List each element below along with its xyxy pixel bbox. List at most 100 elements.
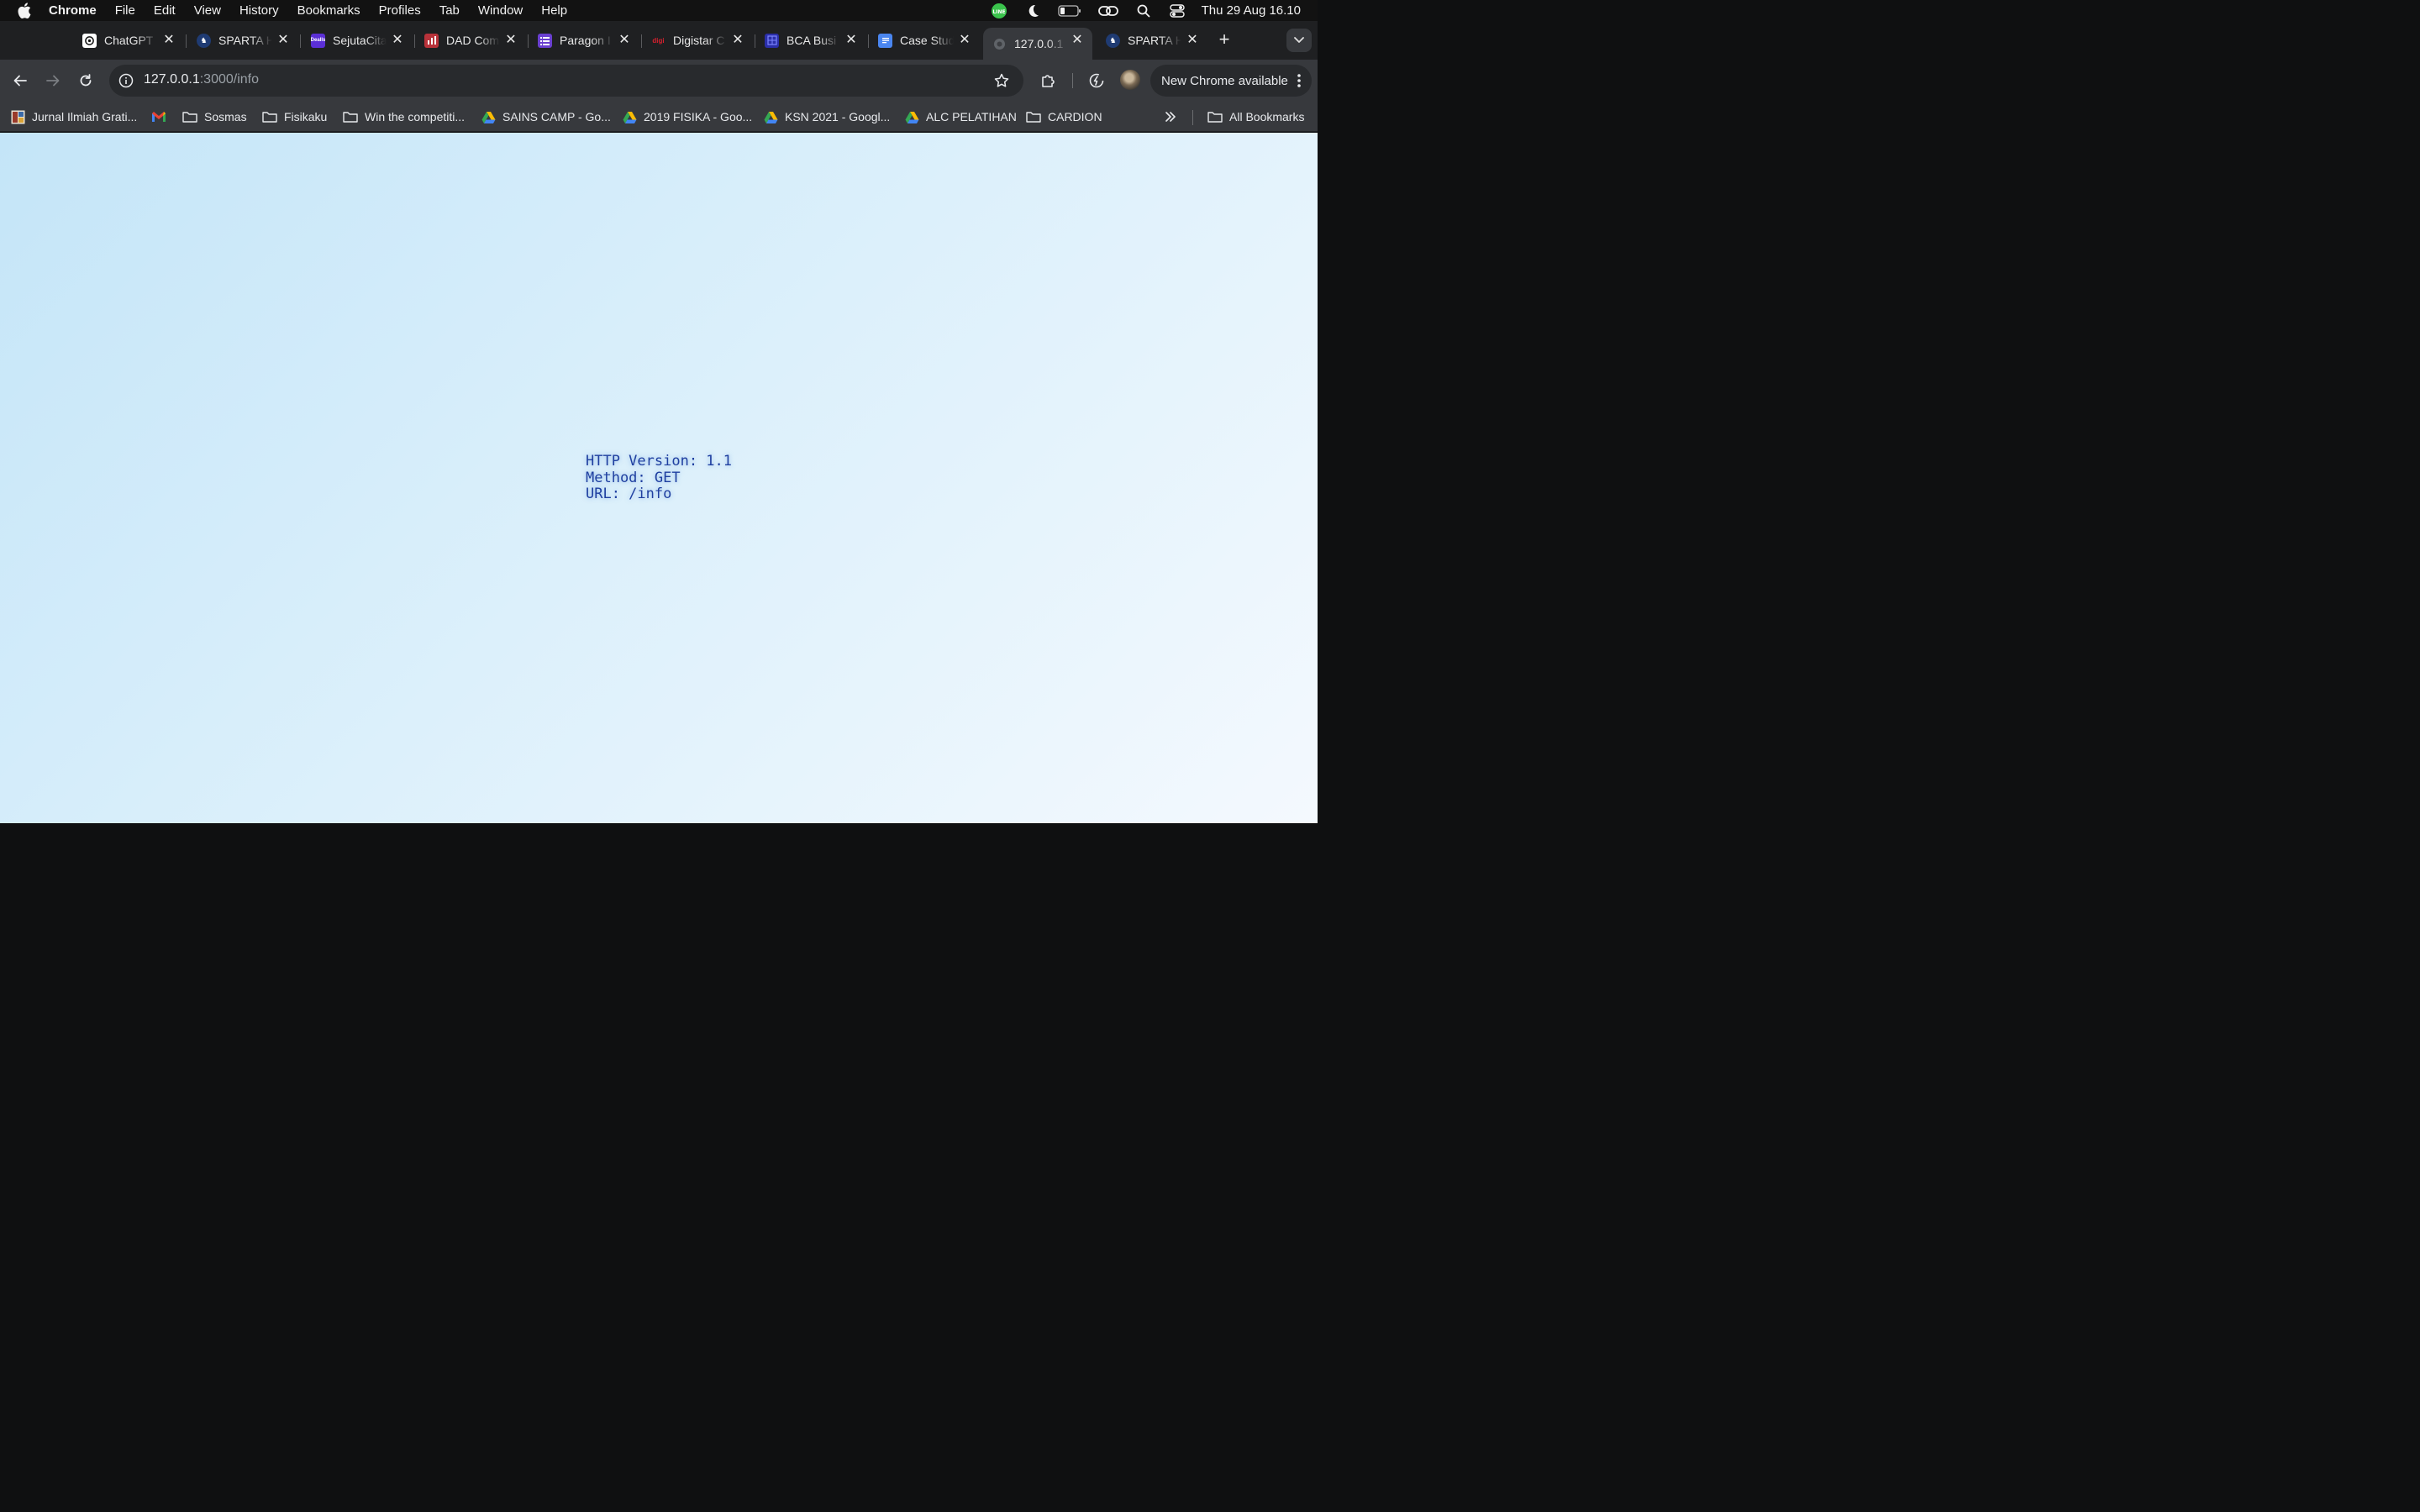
forward-button[interactable] xyxy=(42,70,64,92)
bookmarks-bar: Jurnal Ilmiah Grati... Sosmas Fisikaku W… xyxy=(0,102,1318,132)
menu-history[interactable]: History xyxy=(239,3,279,18)
new-chrome-available-button[interactable]: New Chrome available xyxy=(1150,65,1312,97)
link-icon[interactable] xyxy=(1097,3,1119,18)
url-host: 127.0.0.1 xyxy=(144,72,200,87)
apple-icon[interactable] xyxy=(16,3,33,19)
close-icon[interactable]: ✕ xyxy=(503,33,518,48)
method-line: Method: GET xyxy=(586,469,681,486)
drive-icon xyxy=(481,110,496,123)
tab-sparta-1[interactable]: ♞ SPARTA H ✕ xyxy=(197,28,291,53)
bookmark-label: KSN 2021 - Googl... xyxy=(785,110,891,123)
menu-file[interactable]: File xyxy=(115,3,135,18)
back-button[interactable] xyxy=(9,70,31,92)
search-icon[interactable] xyxy=(1134,3,1153,18)
close-icon[interactable]: ✕ xyxy=(161,33,176,48)
tab-sparta-2[interactable]: ♞ SPARTA H ✕ xyxy=(1106,28,1200,53)
tab-digistar[interactable]: digi Digistar C ✕ xyxy=(651,28,745,53)
page-viewport: HTTP Version: 1.1 Method: GET URL: /info xyxy=(0,133,1318,823)
tab-bca[interactable]: BCA Busi ✕ xyxy=(765,28,859,53)
sparta-icon: ♞ xyxy=(1106,33,1120,48)
bookmarks-divider xyxy=(1192,110,1193,125)
bookmark-sains-camp[interactable]: SAINS CAMP - Go... xyxy=(481,109,611,124)
bookmarks-overflow-button[interactable] xyxy=(1165,109,1176,124)
tab-title: Digistar C xyxy=(673,34,725,47)
chevron-double-right-icon xyxy=(1165,112,1176,122)
folder-icon xyxy=(343,110,358,123)
battery-icon[interactable] xyxy=(1057,3,1082,18)
new-chrome-label: New Chrome available xyxy=(1161,73,1288,88)
url-path: :3000/info xyxy=(199,72,260,87)
close-icon[interactable]: ✕ xyxy=(957,33,972,48)
tab-sejutacita[interactable]: Dealls SejutaCita ✕ xyxy=(311,28,405,53)
digistar-icon: digi xyxy=(652,36,665,45)
close-icon[interactable]: ✕ xyxy=(1070,33,1085,48)
performance-button[interactable] xyxy=(1086,70,1107,92)
profile-avatar[interactable] xyxy=(1120,70,1140,90)
menu-window[interactable]: Window xyxy=(478,3,523,18)
menu-profiles[interactable]: Profiles xyxy=(379,3,421,18)
close-icon[interactable]: ✕ xyxy=(844,33,859,48)
folder-icon xyxy=(1026,110,1041,123)
close-icon[interactable]: ✕ xyxy=(617,33,632,48)
new-tab-button[interactable]: + xyxy=(1214,29,1234,50)
performance-icon xyxy=(1089,73,1104,88)
chatgpt-icon xyxy=(82,33,97,48)
bookmark-fisikaku[interactable]: Fisikaku xyxy=(262,109,327,124)
menu-app-name[interactable]: Chrome xyxy=(49,3,97,18)
bookmark-ksn-2021[interactable]: KSN 2021 - Googl... xyxy=(763,109,890,124)
tab-active-localhost[interactable]: 127.0.0.1 ✕ xyxy=(983,28,1092,60)
sejutacita-icon: Dealls xyxy=(311,33,325,48)
jurnal-icon xyxy=(10,110,25,123)
bookmark-label: Jurnal Ilmiah Grati... xyxy=(32,110,138,123)
menu-bookmarks[interactable]: Bookmarks xyxy=(297,3,360,18)
tab-divider xyxy=(641,34,642,48)
bookmark-2019-fisika[interactable]: 2019 FISIKA - Goo... xyxy=(622,109,752,124)
all-bookmarks-button[interactable]: All Bookmarks xyxy=(1207,109,1304,124)
bookmark-gmail[interactable] xyxy=(151,109,173,124)
sparta-icon: ♞ xyxy=(197,33,211,48)
reload-icon xyxy=(80,74,92,87)
tab-chatgpt[interactable]: ChatGPT ✕ xyxy=(82,28,176,53)
url-text[interactable]: 127.0.0.1:3000/info xyxy=(144,72,259,87)
tab-paragon[interactable]: Paragon I ✕ xyxy=(538,28,632,53)
menubar-clock[interactable]: Thu 29 Aug 16.10 xyxy=(1202,3,1301,18)
tab-divider xyxy=(414,34,415,48)
tab-title: ChatGPT xyxy=(104,34,154,47)
tab-dad[interactable]: DAD Com ✕ xyxy=(424,28,518,53)
tab-search-button[interactable] xyxy=(1286,29,1312,52)
bookmark-cardion[interactable]: CARDION xyxy=(1026,109,1102,124)
moon-icon[interactable] xyxy=(1023,3,1042,18)
reload-button[interactable] xyxy=(75,70,97,92)
address-bar[interactable]: 127.0.0.1:3000/info xyxy=(109,65,1023,97)
bookmark-alc-pelatihan[interactable]: ALC PELATIHAN xyxy=(904,109,1017,124)
menu-help[interactable]: Help xyxy=(541,3,567,18)
close-icon[interactable]: ✕ xyxy=(276,33,291,48)
paragon-icon xyxy=(538,33,552,48)
bookmark-label: Win the competiti... xyxy=(365,110,466,123)
bookmark-jurnal[interactable]: Jurnal Ilmiah Grati... xyxy=(10,109,137,124)
line-icon[interactable]: LINE xyxy=(990,3,1008,18)
extensions-button[interactable] xyxy=(1037,70,1059,92)
folder-icon xyxy=(262,110,277,123)
close-icon[interactable]: ✕ xyxy=(390,33,405,48)
close-icon[interactable]: ✕ xyxy=(730,33,745,48)
bookmark-win-the-competition[interactable]: Win the competiti... xyxy=(343,109,465,124)
tab-case-study[interactable]: Case Stud ✕ xyxy=(878,28,972,53)
close-icon[interactable]: ✕ xyxy=(1185,33,1200,48)
site-info-icon[interactable] xyxy=(118,72,134,89)
dad-icon xyxy=(424,33,439,48)
macos-menu-bar: Chrome File Edit View History Bookmarks … xyxy=(0,0,1318,21)
url-line: URL: /info xyxy=(586,486,672,503)
menu-view[interactable]: View xyxy=(194,3,221,18)
menu-edit[interactable]: Edit xyxy=(154,3,176,18)
menu-tab[interactable]: Tab xyxy=(439,3,460,18)
control-center-icon[interactable] xyxy=(1168,3,1186,18)
bookmark-star-icon[interactable] xyxy=(993,72,1010,89)
status-area: LINE Thu 29 Aug 16.10 xyxy=(990,0,1318,21)
tab-strip: ChatGPT ✕ ♞ SPARTA H ✕ Dealls SejutaCita… xyxy=(0,21,1318,60)
bookmark-sosmas[interactable]: Sosmas xyxy=(182,109,247,124)
tab-title: BCA Busi xyxy=(786,34,837,47)
tab-title: SejutaCita xyxy=(333,34,387,47)
bca-icon xyxy=(765,33,779,48)
drive-icon xyxy=(904,110,919,123)
